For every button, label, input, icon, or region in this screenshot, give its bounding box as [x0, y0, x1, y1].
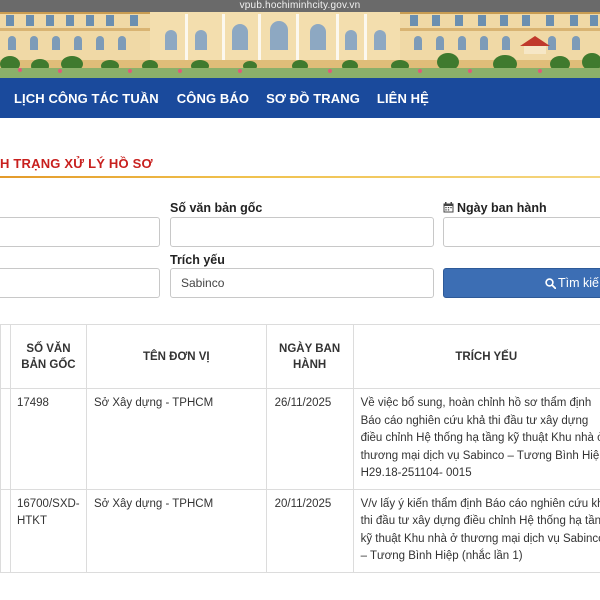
cell-ngay: 26/11/2025 [265, 388, 354, 490]
second-field-input[interactable] [0, 268, 160, 298]
table-row[interactable]: 17498 Sở Xây dựng - TPHCM 26/11/2025 Về … [0, 388, 600, 490]
cell-don-vi: Sở Xây dựng - TPHCM [85, 488, 267, 573]
cell-trich-yeu[interactable]: Về việc bổ sung, hoàn chỉnh hồ sơ thẩm đ… [352, 388, 600, 490]
trich-yeu-input[interactable] [170, 268, 434, 298]
nav-so-do-trang[interactable]: SƠ ĐỒ TRANG [266, 91, 360, 106]
trich-yeu-line: Về việc bổ sung, hoàn chỉnh hồ sơ thẩm đ… [360, 397, 592, 409]
ngay-ban-hanh-input[interactable] [443, 217, 600, 247]
section-divider [0, 176, 600, 178]
browser-url-bar[interactable]: vpub.hochiminhcity.gov.vn [0, 0, 600, 12]
section-title: H TRẠNG XỬ LÝ HỒ SƠ [0, 156, 153, 171]
search-button-label: Tìm kiế [558, 276, 599, 290]
trich-yeu-line: V/v lấy ý kiến thẩm định Báo cáo nghiên … [360, 497, 600, 510]
nav-lien-he[interactable]: LIÊN HỆ [377, 91, 429, 106]
trich-yeu-line: điều chỉnh Hệ thống hạ tầng kỹ thuật Khu… [360, 432, 600, 444]
main-navbar: LỊCH CÔNG TÁC TUẦN CÔNG BÁO SƠ ĐỒ TRANG … [0, 78, 600, 118]
table-header-cut [0, 324, 11, 389]
header-line: TRÍCH YẾU [455, 350, 518, 363]
header-line: TÊN ĐƠN VỊ [142, 350, 210, 363]
trich-yeu-line: thương mại dịch vụ Sabinco – Tương Bình … [360, 449, 600, 462]
header-so-van-ban-goc: SỐ VĂN BẢN GỐC [9, 324, 87, 389]
table-row[interactable]: 16700/SXD- HTKT Sở Xây dựng - TPHCM 20/1… [0, 488, 600, 573]
search-icon [545, 278, 556, 289]
header-ten-don-vi: TÊN ĐƠN VỊ [85, 324, 267, 389]
header-line: SỐ VĂN [26, 342, 71, 355]
trich-yeu-label: Trích yếu [170, 253, 225, 267]
first-field-input[interactable] [0, 217, 160, 247]
cell-so-van-ban: 17498 [9, 388, 87, 490]
trich-yeu-line: thi đầu tư xây dựng điều chỉnh Hệ thống … [360, 515, 600, 527]
cell-so-van-ban: 16700/SXD- HTKT [9, 488, 87, 573]
so-van-ban-goc-input[interactable] [170, 217, 434, 247]
header-line: HÀNH [292, 358, 327, 371]
header-line: NGÀY BAN [279, 342, 341, 355]
trich-yeu-line: H29.18-251104- 0015 [360, 467, 472, 479]
row-cut-cell [0, 388, 11, 490]
nav-lich-cong-tac-tuan[interactable]: LỊCH CÔNG TÁC TUẦN [14, 91, 159, 106]
so-van-ban-goc-label: Số văn bản gốc [170, 201, 263, 215]
results-table: SỐ VĂN BẢN GỐC TÊN ĐƠN VỊ NGÀY BAN HÀNH … [0, 324, 600, 573]
ngay-ban-hanh-label: Ngày ban hành [443, 201, 547, 215]
row-cut-cell [0, 488, 11, 573]
ngay-ban-hanh-text: Ngày ban hành [457, 201, 547, 215]
cell-don-vi: Sở Xây dựng - TPHCM [85, 388, 267, 490]
calendar-icon [443, 202, 454, 213]
cell-ngay: 20/11/2025 [265, 488, 354, 573]
header-ngay-ban-hanh: NGÀY BAN HÀNH [265, 324, 354, 389]
cell-trich-yeu[interactable]: V/v lấy ý kiến thẩm định Báo cáo nghiên … [352, 488, 600, 573]
nav-cong-bao[interactable]: CÔNG BÁO [177, 91, 249, 106]
so-van-ban-line: 16700/SXD- [16, 497, 80, 510]
trich-yeu-line: kỹ thuật Khu nhà ở thương mại dịch vụ Sa… [360, 532, 600, 545]
header-line: BẢN GỐC [21, 358, 76, 371]
table-header-row: SỐ VĂN BẢN GỐC TÊN ĐƠN VỊ NGÀY BAN HÀNH … [0, 324, 600, 389]
search-button[interactable]: Tìm kiế [443, 268, 600, 298]
so-van-ban-line: HTKT [16, 515, 47, 527]
trich-yeu-line: Báo cáo nghiên cứu khả thi đầu tư xây dự… [360, 414, 589, 427]
header-trich-yeu: TRÍCH YẾU [352, 324, 600, 389]
trich-yeu-line: – Tương Bình Hiệp (nhắc lần 1) [360, 550, 523, 562]
